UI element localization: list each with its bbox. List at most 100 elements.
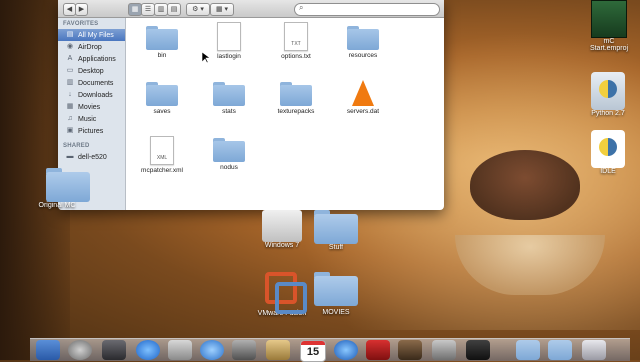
- python-idle-icon: [591, 130, 625, 168]
- mission-control-dock-icon[interactable]: [102, 340, 126, 360]
- folder-icon: [46, 168, 90, 202]
- file-type-tag: TXT: [291, 41, 301, 47]
- applications-stack-dock-icon[interactable]: [516, 340, 540, 360]
- desktop-icon-python[interactable]: Python 2.7: [582, 72, 634, 117]
- safari-dock-icon[interactable]: [200, 340, 224, 360]
- python-folder-icon: [591, 72, 625, 110]
- downloads-stack-dock-icon[interactable]: [548, 340, 572, 360]
- vmware-icon: [261, 268, 307, 314]
- sidebar-item-applications[interactable]: A Applications: [58, 53, 125, 65]
- folder-icon: [280, 82, 312, 106]
- file-label: mcpatcher.xml: [141, 167, 183, 174]
- desktop-icon-label: Original MC: [38, 202, 76, 209]
- applications-icon: A: [67, 55, 73, 62]
- file-item-bin[interactable]: bin: [130, 26, 194, 59]
- finder-toolbar: ◀ ▶ ▦ ☰ ▥ ▤ ⚙ ▾ ▦ ▾ ⌕: [58, 0, 444, 18]
- facetime-dock-icon[interactable]: [232, 340, 256, 360]
- icon-view-button[interactable]: ▦: [128, 3, 142, 16]
- folder-icon: [347, 26, 379, 50]
- desktop-icon-mc-start[interactable]: mC Start.emproj: [584, 0, 634, 52]
- sidebar-item-label: Desktop: [78, 67, 104, 75]
- sidebar-item-label: All My Files: [78, 31, 114, 39]
- desktop-icon-label: mC Start.emproj: [589, 38, 629, 52]
- vlc-cone-icon: [352, 80, 374, 106]
- terminal-dock-icon[interactable]: [466, 340, 490, 360]
- file-item-mcpatcher-xml[interactable]: XML mcpatcher.xml: [130, 136, 194, 174]
- movies-icon: ▦: [66, 103, 74, 110]
- finder-dock-icon[interactable]: [36, 340, 60, 360]
- file-label: nodus: [220, 164, 238, 171]
- file-item-resources[interactable]: resources: [331, 26, 395, 59]
- calendar-dock-icon[interactable]: 15: [300, 340, 326, 362]
- all-files-icon: ▤: [66, 31, 74, 38]
- arrange-button[interactable]: ▦ ▾: [210, 3, 234, 16]
- file-item-texturepacks[interactable]: texturepacks: [264, 82, 328, 115]
- app-store-dock-icon[interactable]: [136, 340, 160, 360]
- file-type-tag: XML: [156, 155, 168, 161]
- desktop-icon-original-mc[interactable]: Original MC: [28, 168, 90, 209]
- file-item-options-txt[interactable]: TXT options.txt: [264, 22, 328, 60]
- search-input[interactable]: ⌕: [294, 3, 440, 16]
- column-view-button[interactable]: ▥: [154, 3, 168, 16]
- desktop-icon-label: Stuff: [328, 244, 344, 251]
- file-label: bin: [157, 52, 167, 59]
- computer-icon: ▬: [66, 153, 74, 160]
- sidebar-item-label: Applications: [78, 55, 116, 63]
- file-item-stats[interactable]: stats: [197, 82, 261, 115]
- desktop-icon-movies[interactable]: MOVIES: [312, 272, 360, 316]
- desktop-icon-label: Python 2.7: [591, 110, 625, 117]
- cover-flow-button[interactable]: ▤: [167, 3, 181, 16]
- forward-button[interactable]: ▶: [75, 3, 88, 16]
- pictures-icon: ▣: [66, 127, 74, 134]
- file-label: stats: [222, 108, 236, 115]
- desktop-icon-idle[interactable]: IDLE: [582, 130, 634, 175]
- iphoto-dock-icon[interactable]: [398, 340, 422, 360]
- file-label: options.txt: [281, 53, 311, 60]
- sidebar-item-desktop[interactable]: ▭ Desktop: [58, 65, 125, 77]
- desktop-icon-stuff[interactable]: Stuff: [312, 210, 360, 251]
- file-item-servers-dat[interactable]: servers.dat: [331, 80, 395, 115]
- desktop-icon-vmware-fusion[interactable]: VMware Fusion: [252, 268, 312, 317]
- wallpaper-lion-nose: [470, 150, 580, 220]
- file-item-saves[interactable]: saves: [130, 82, 194, 115]
- sidebar-item-label: dell-e520: [78, 153, 107, 161]
- virtual-machine-icon: [262, 210, 302, 242]
- sidebar-item-pictures[interactable]: ▣ Pictures: [58, 125, 125, 137]
- folder-icon: [314, 210, 358, 244]
- sidebar-item-dell-e520[interactable]: ▬ dell-e520: [58, 151, 125, 163]
- sidebar-item-label: Movies: [78, 103, 101, 111]
- downloads-icon: ↓: [68, 91, 72, 98]
- sidebar-item-airdrop[interactable]: ◉ AirDrop: [58, 41, 125, 53]
- photo-booth-dock-icon[interactable]: [366, 340, 390, 360]
- folder-icon: [146, 82, 178, 106]
- folder-icon: [213, 82, 245, 106]
- system-preferences-dock-icon[interactable]: [432, 340, 456, 360]
- sidebar-item-movies[interactable]: ▦ Movies: [58, 101, 125, 113]
- address-book-dock-icon[interactable]: [266, 340, 290, 360]
- calendar-day: 15: [306, 346, 320, 358]
- sidebar-item-music[interactable]: ♫ Music: [58, 113, 125, 125]
- mail-dock-icon[interactable]: [168, 340, 192, 360]
- launchpad-dock-icon[interactable]: [68, 340, 92, 360]
- folder-icon: [314, 272, 358, 306]
- shared-header: SHARED: [63, 143, 90, 149]
- sidebar-item-label: Pictures: [78, 127, 104, 135]
- favorites-header: FAVORITES: [63, 21, 99, 27]
- sidebar-item-label: Music: [78, 115, 97, 123]
- spreadsheet-icon: [591, 0, 627, 38]
- sidebar-item-label: AirDrop: [78, 43, 102, 51]
- search-icon: ⌕: [299, 3, 304, 12]
- trash-dock-icon[interactable]: [582, 340, 606, 360]
- sidebar-item-all-my-files[interactable]: ▤ All My Files: [58, 29, 125, 41]
- folder-icon: [213, 138, 245, 162]
- desktop-icon-windows-7[interactable]: Windows 7: [254, 210, 310, 249]
- sidebar-item-downloads[interactable]: ↓ Downloads: [58, 89, 125, 101]
- desktop-icon-label: Windows 7: [264, 242, 300, 249]
- list-view-button[interactable]: ☰: [141, 3, 155, 16]
- action-gear-button[interactable]: ⚙ ▾: [186, 3, 210, 16]
- mouse-cursor-icon: [202, 52, 210, 64]
- sidebar-item-documents[interactable]: ▥ Documents: [58, 77, 125, 89]
- file-item-nodus[interactable]: nodus: [197, 138, 261, 171]
- itunes-dock-icon[interactable]: [334, 340, 358, 360]
- file-label: resources: [348, 52, 378, 59]
